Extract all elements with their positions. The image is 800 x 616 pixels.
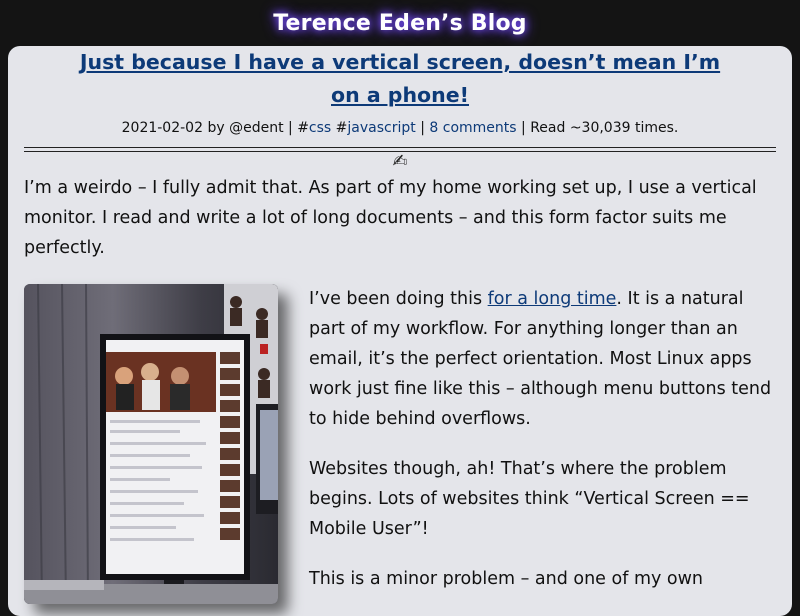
paragraph: I’ve been doing this for a long time. It…	[309, 284, 776, 434]
tag-css-link[interactable]: css	[309, 120, 331, 136]
post-title-link[interactable]: Just because I have a vertical screen, d…	[80, 50, 720, 107]
post-date: 2021-02-02	[121, 120, 203, 136]
paragraph: This is a minor problem – and one of my …	[309, 569, 704, 589]
read-count: Read ~30,039 times.	[530, 120, 679, 136]
hash-symbol: #	[297, 120, 309, 136]
post-content: I’m a weirdo – I fully admit that. As pa…	[8, 173, 792, 614]
tag-javascript-link[interactable]: javascript	[347, 120, 415, 136]
writing-hand-icon: ✍	[392, 151, 408, 172]
hash-symbol: #	[335, 120, 348, 136]
site-header: Terence Eden’s Blog	[0, 0, 800, 46]
image-text-row: I’ve been doing this for a long time. It…	[24, 284, 776, 614]
paragraph: Websites though, ah! That’s where the pr…	[309, 459, 750, 539]
site-title-link[interactable]: Terence Eden’s Blog	[273, 11, 527, 36]
separator: |	[288, 120, 293, 136]
separator: |	[420, 120, 425, 136]
comments-link[interactable]: 8 comments	[429, 120, 516, 136]
post-card: Just because I have a vertical screen, d…	[8, 46, 792, 616]
vertical-monitor-photo	[24, 284, 278, 604]
author-handle: @edent	[229, 120, 284, 136]
post-title: Just because I have a vertical screen, d…	[8, 46, 792, 112]
post-meta: 2021-02-02 by @edent | #css #javascript …	[8, 120, 792, 136]
paragraph: I’m a weirdo – I fully admit that. As pa…	[24, 178, 757, 258]
separator: |	[521, 120, 526, 136]
by-label: by	[207, 120, 225, 136]
right-text-column: I’ve been doing this for a long time. It…	[309, 284, 776, 614]
text-span: . It is a natural part of my workflow. F…	[309, 289, 772, 429]
text-span: I’ve been doing this	[309, 289, 488, 309]
for-a-long-time-link[interactable]: for a long time	[488, 289, 617, 309]
vertical-monitor-illustration	[24, 284, 278, 604]
